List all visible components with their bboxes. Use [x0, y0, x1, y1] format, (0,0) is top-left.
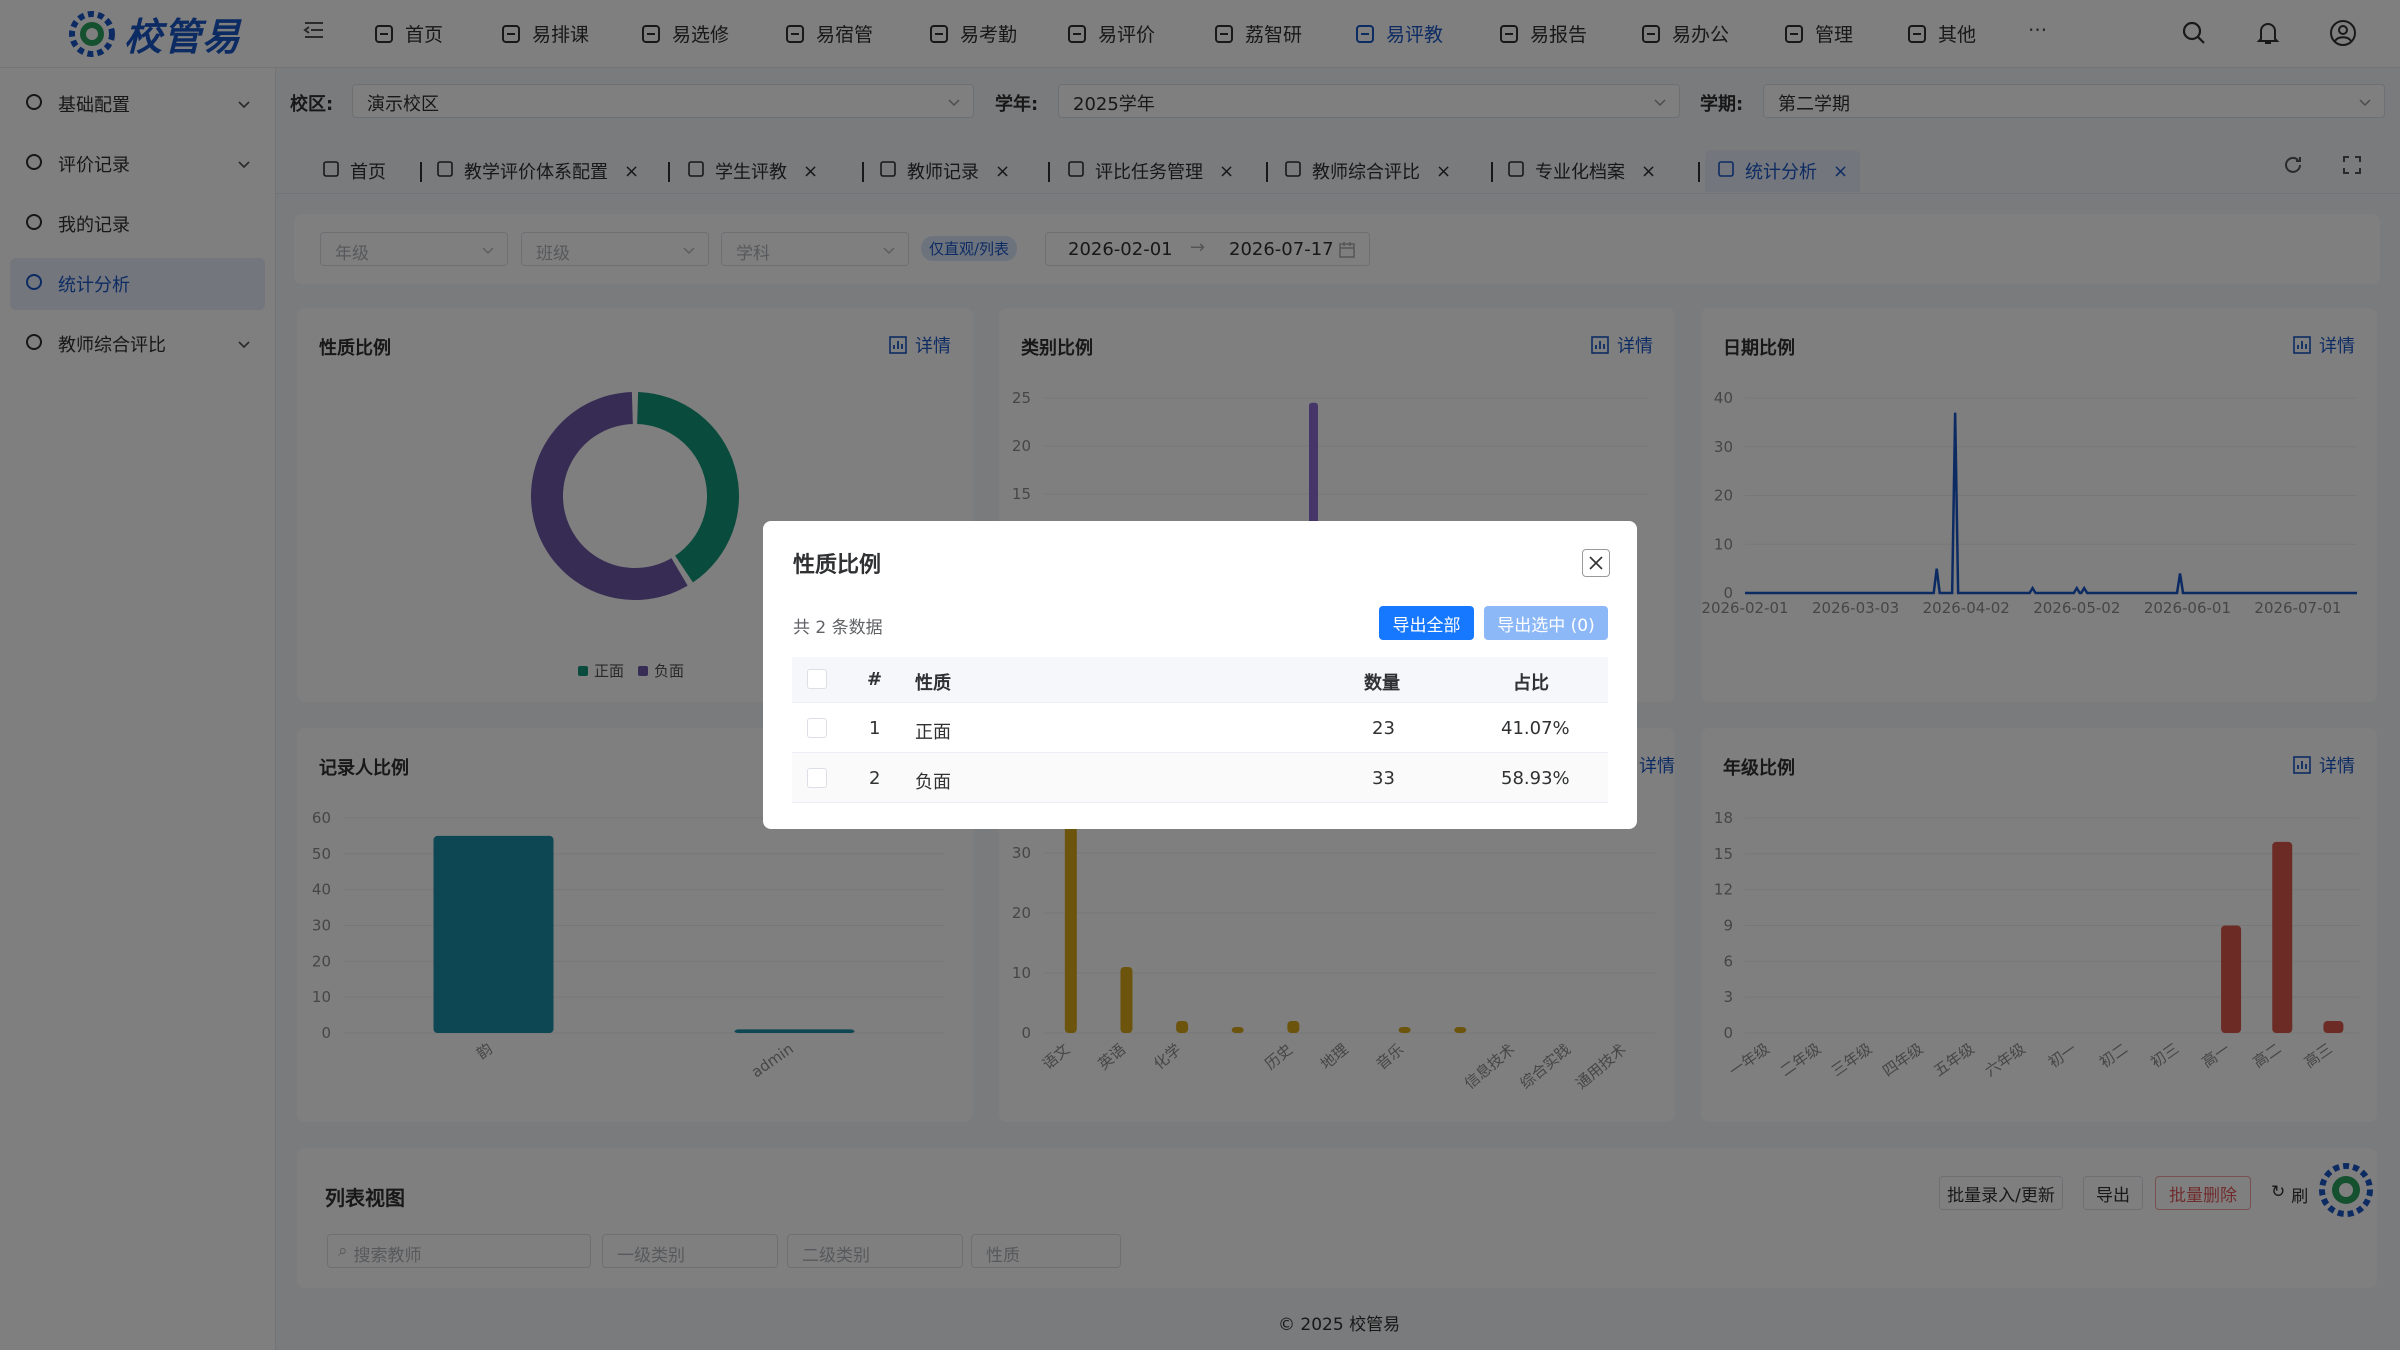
row-percent: 58.93% — [1501, 768, 1570, 789]
dialog-title: 性质比例 — [793, 553, 882, 578]
close-icon — [1589, 556, 1603, 570]
col-nature-header: 性质 — [915, 673, 951, 694]
select-all-checkbox[interactable] — [807, 669, 827, 689]
col-percent-header: 占比 — [1513, 673, 1549, 694]
row-index: 2 — [869, 768, 881, 789]
row-checkbox[interactable] — [807, 718, 827, 738]
row-index: 1 — [869, 718, 881, 739]
row-count: 33 — [1372, 768, 1395, 789]
row-checkbox[interactable] — [807, 768, 827, 788]
row-percent: 41.07% — [1501, 718, 1570, 739]
row-nature: 负面 — [915, 772, 951, 793]
col-count-header: 数量 — [1364, 673, 1400, 694]
dialog-count-text: 共 2 条数据 — [793, 618, 883, 638]
export-all-button[interactable]: 导出全部 — [1379, 606, 1474, 640]
export-selected-button[interactable]: 导出选中 (0) — [1484, 606, 1608, 640]
nature-detail-dialog: 性质比例 共 2 条数据 导出全部 导出选中 (0) # 性质 数量 占比 1 … — [763, 521, 1637, 829]
row-count: 23 — [1372, 718, 1395, 739]
dialog-close-button[interactable] — [1582, 549, 1610, 577]
col-index-header: # — [867, 669, 883, 690]
row-nature: 正面 — [915, 722, 951, 743]
